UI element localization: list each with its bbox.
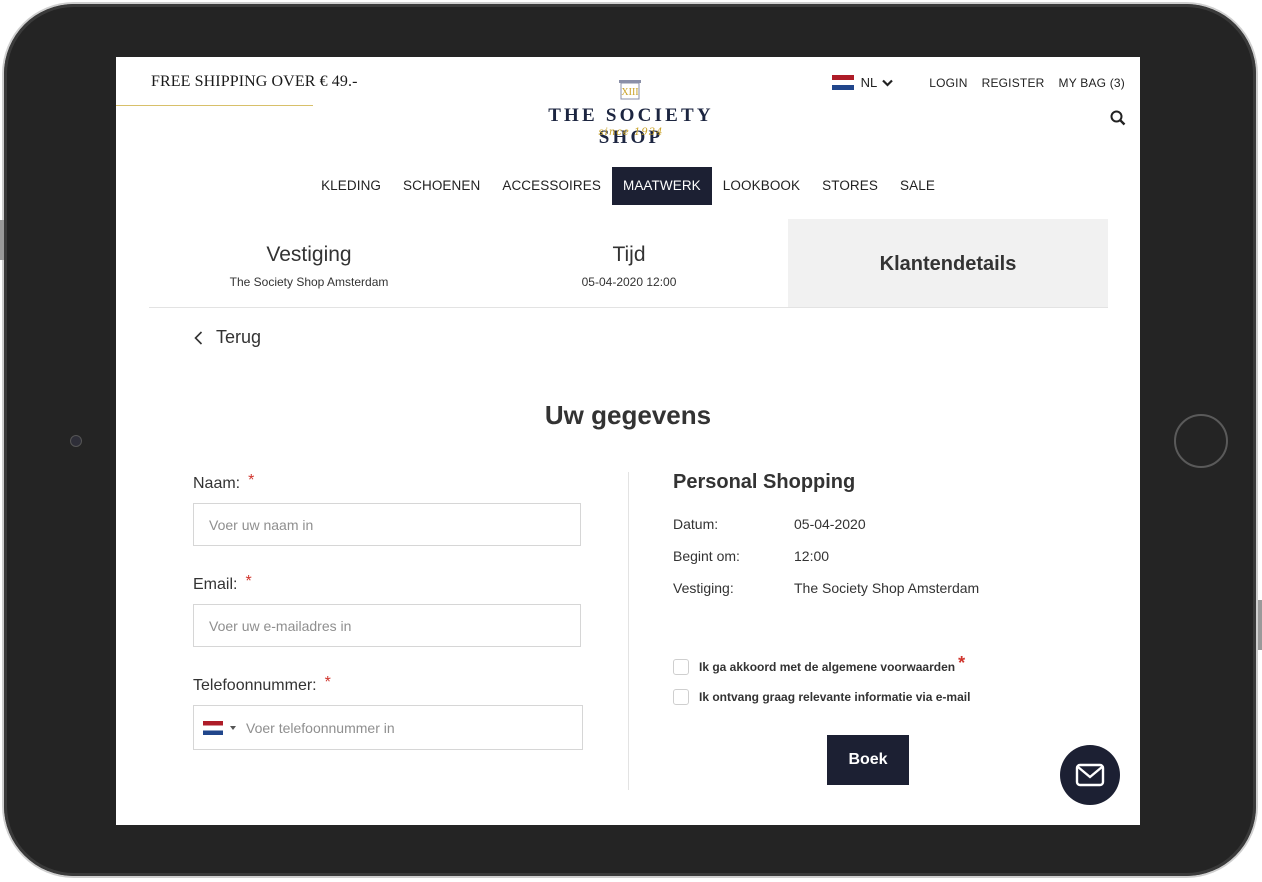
phone-input-group <box>193 705 583 750</box>
terms-checkbox[interactable] <box>673 659 689 675</box>
home-button <box>1174 414 1228 468</box>
side-button <box>0 220 4 260</box>
step-subtitle: 05-04-2020 12:00 <box>581 275 677 289</box>
summary-title: Personal Shopping <box>673 471 856 493</box>
shipping-banner: FREE SHIPPING OVER € 49.- <box>151 73 358 90</box>
register-link[interactable]: REGISTER <box>982 76 1045 90</box>
summary-row-datum: Datum: 05-04-2020 <box>673 516 1113 548</box>
step-title: Klantendetails <box>879 253 1017 275</box>
required-mark: * <box>248 472 255 489</box>
main-nav: KLEDING SCHOENEN ACCESSOIRES MAATWERK LO… <box>116 167 1140 205</box>
summary-row-begint-om: Begint om: 12:00 <box>673 548 1113 580</box>
country-flag-nl-icon[interactable] <box>203 720 223 735</box>
flag-nl-icon <box>831 75 854 90</box>
summary-key: Datum: <box>673 516 719 532</box>
summary-key: Begint om: <box>673 548 740 564</box>
step-tijd[interactable]: Tijd 05-04-2020 12:00 <box>469 219 789 307</box>
summary-key: Vestiging: <box>673 580 734 596</box>
step-title: Tijd <box>612 243 646 266</box>
nav-item-lookbook[interactable]: LOOKBOOK <box>712 167 811 205</box>
email-label-text: Email: <box>193 576 238 593</box>
browser-screen: FREE SHIPPING OVER € 49.- XIII THE SOCIE… <box>116 57 1140 825</box>
mail-icon <box>1075 763 1105 787</box>
search-icon[interactable] <box>1110 110 1126 126</box>
required-mark: * <box>324 674 331 691</box>
contact-mail-button[interactable] <box>1060 745 1120 805</box>
booking-steps: Vestiging The Society Shop Amsterdam Tij… <box>149 219 1108 308</box>
nav-item-kleding[interactable]: KLEDING <box>310 167 392 205</box>
consent-checkboxes: Ik ga akkoord met de algemene voorwaarde… <box>673 652 1113 712</box>
chevron-down-icon <box>882 79 894 87</box>
logo-badge-icon: XIII <box>619 80 641 100</box>
name-input[interactable] <box>193 503 581 546</box>
required-mark: * <box>245 573 252 590</box>
my-bag-link[interactable]: MY BAG (3) <box>1059 76 1125 90</box>
required-mark: * <box>958 652 966 673</box>
step-vestiging[interactable]: Vestiging The Society Shop Amsterdam <box>149 219 469 307</box>
book-button[interactable]: Boek <box>827 735 909 785</box>
step-subtitle: The Society Shop Amsterdam <box>229 275 389 289</box>
nav-item-accessoires[interactable]: ACCESSOIRES <box>491 167 612 205</box>
back-label: Terug <box>216 327 262 347</box>
name-label: Naam: * <box>193 471 583 503</box>
language-code: NL <box>860 75 878 90</box>
chevron-left-icon <box>194 330 203 345</box>
email-input[interactable] <box>193 604 581 647</box>
newsletter-checkbox[interactable] <box>673 689 689 705</box>
summary-row-vestiging: Vestiging: The Society Shop Amsterdam <box>673 580 1113 612</box>
newsletter-label: Ik ontvang graag relevante informatie vi… <box>699 690 971 704</box>
logo-badge-text: XIII <box>621 87 638 98</box>
site-logo[interactable]: XIII THE SOCIETY SHOP since 1934 <box>526 79 736 148</box>
step-klantendetails[interactable]: Klantendetails <box>788 219 1108 307</box>
phone-label: Telefoonnummer: * <box>193 673 583 705</box>
newsletter-checkbox-row[interactable]: Ik ontvang graag relevante informatie vi… <box>673 682 1113 712</box>
logo-since: since 1934 <box>598 127 664 138</box>
customer-form: Naam: * Email: * Telefoonnummer: * <box>193 471 583 750</box>
email-field: Email: * <box>193 572 583 647</box>
terms-label: Ik ga akkoord met de algemene voorwaarde… <box>699 660 956 674</box>
summary-value: 05-04-2020 <box>794 516 866 532</box>
side-button <box>1258 600 1262 650</box>
column-divider <box>628 472 629 790</box>
phone-field: Telefoonnummer: * <box>193 673 583 750</box>
page-title: Uw gegevens <box>544 400 712 430</box>
booking-summary: Personal Shopping Datum: 05-04-2020 Begi… <box>673 471 1113 785</box>
phone-input[interactable] <box>244 718 568 737</box>
summary-value: The Society Shop Amsterdam <box>794 580 980 596</box>
nav-item-schoenen[interactable]: SCHOENEN <box>392 167 491 205</box>
camera <box>70 435 82 447</box>
nav-item-stores[interactable]: STORES <box>811 167 889 205</box>
language-selector[interactable]: NL <box>831 75 894 90</box>
terms-checkbox-row[interactable]: Ik ga akkoord met de algemene voorwaarde… <box>673 652 1113 682</box>
login-link[interactable]: LOGIN <box>929 76 967 90</box>
nav-item-maatwerk[interactable]: MAATWERK <box>611 167 712 205</box>
name-field: Naam: * <box>193 471 583 546</box>
step-title: Vestiging <box>266 243 352 266</box>
summary-value: 12:00 <box>794 548 830 564</box>
back-button[interactable]: Terug <box>194 327 261 348</box>
nav-item-sale[interactable]: SALE <box>889 167 946 205</box>
caret-down-icon[interactable] <box>230 725 236 730</box>
name-label-text: Naam: <box>193 475 241 492</box>
email-label: Email: * <box>193 572 583 604</box>
header-links: NL LOGIN REGISTER MY BAG (3) <box>831 75 1125 90</box>
phone-label-text: Telefoonnummer: <box>193 677 317 694</box>
shipping-underline <box>116 105 313 106</box>
